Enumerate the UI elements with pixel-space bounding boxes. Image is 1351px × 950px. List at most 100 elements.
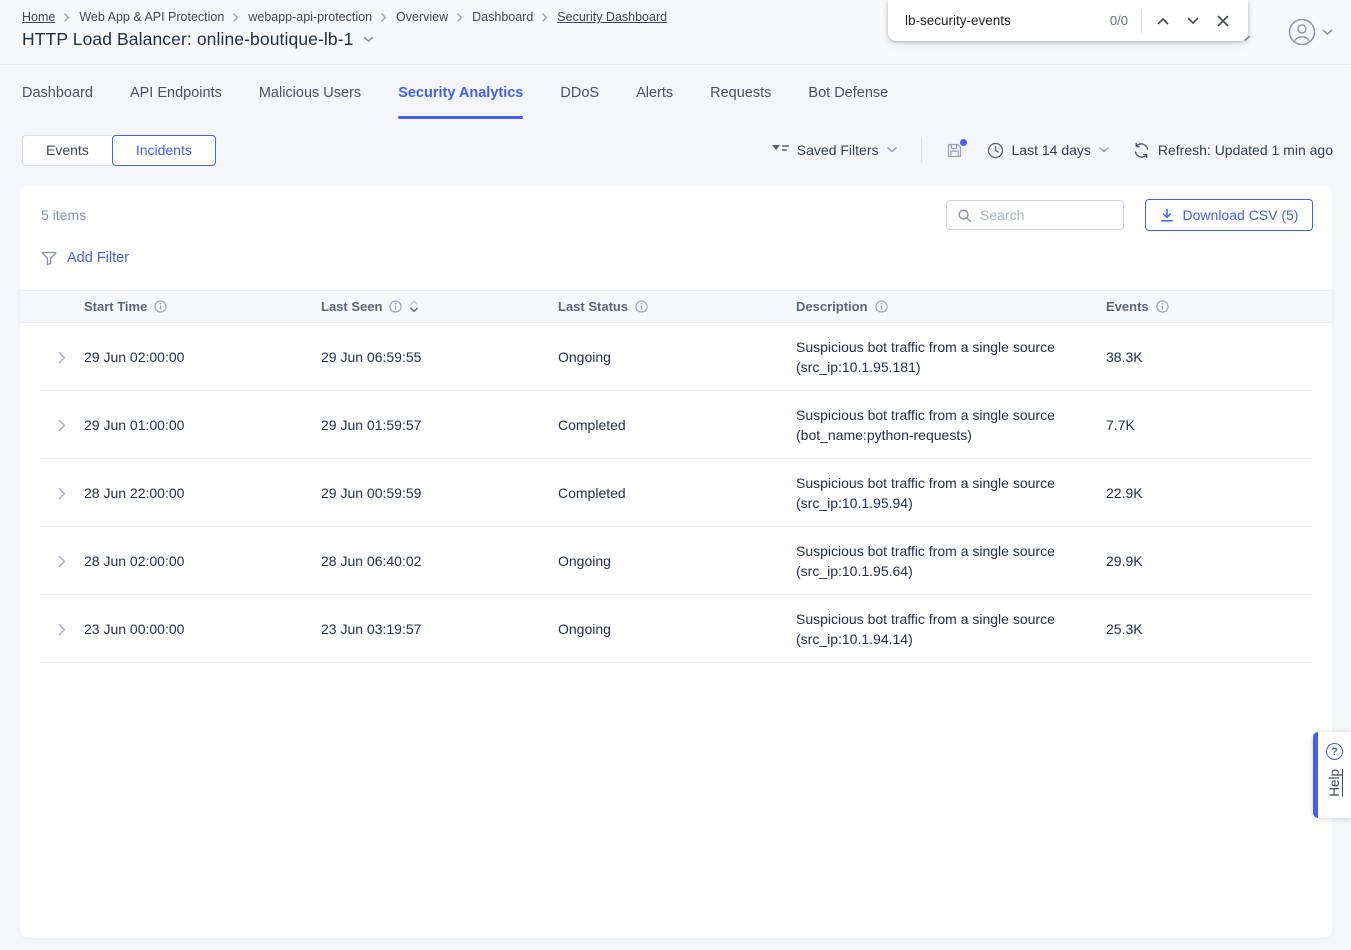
cell-last-seen: 29 Jun 01:59:57 bbox=[321, 417, 558, 433]
table-row: 28 Jun 02:00:00 28 Jun 06:40:02 Ongoing … bbox=[20, 527, 1332, 595]
info-icon[interactable] bbox=[875, 300, 888, 313]
view-toggle: Events Incidents bbox=[22, 135, 216, 166]
cell-events: 38.3K bbox=[1106, 349, 1332, 365]
save-filter-button[interactable] bbox=[946, 142, 963, 159]
download-csv-button[interactable]: Download CSV (5) bbox=[1145, 199, 1313, 231]
expand-row-icon[interactable] bbox=[52, 347, 72, 367]
info-icon[interactable] bbox=[635, 300, 648, 313]
cell-description: Suspicious bot traffic from a single sou… bbox=[796, 337, 1106, 377]
security-dashboard-page: Home Web App & API Protection webapp-api… bbox=[0, 0, 1351, 950]
expand-row-icon[interactable] bbox=[52, 483, 72, 503]
cell-last-status: Ongoing bbox=[558, 553, 796, 569]
tab-api-endpoints[interactable]: API Endpoints bbox=[130, 66, 222, 120]
column-events[interactable]: Events bbox=[1106, 299, 1332, 314]
saved-filters-dropdown[interactable]: Saved Filters bbox=[772, 142, 897, 158]
filter-list-icon bbox=[772, 144, 789, 156]
cell-description: Suspicious bot traffic from a single sou… bbox=[796, 405, 1106, 445]
refresh-icon bbox=[1133, 142, 1150, 159]
filter-controls: Saved Filters Last 14 days Refresh: Upda… bbox=[772, 137, 1333, 163]
tab-security-analytics[interactable]: Security Analytics bbox=[398, 66, 523, 120]
column-last-seen[interactable]: Last Seen bbox=[321, 299, 558, 314]
section-tabs: Dashboard API Endpoints Malicious Users … bbox=[0, 66, 1351, 120]
tab-malicious-users[interactable]: Malicious Users bbox=[259, 66, 361, 120]
breadcrumb-separator-icon bbox=[64, 13, 70, 22]
breadcrumb-home[interactable]: Home bbox=[22, 10, 55, 24]
find-next-button[interactable] bbox=[1178, 6, 1208, 36]
tab-bot-defense[interactable]: Bot Defense bbox=[808, 66, 888, 120]
help-button[interactable]: ? Help bbox=[1313, 732, 1351, 818]
table-body: 29 Jun 02:00:00 29 Jun 06:59:55 Ongoing … bbox=[20, 323, 1332, 663]
breadcrumb-separator-icon bbox=[233, 13, 239, 22]
column-label: Events bbox=[1106, 299, 1149, 314]
help-label: Help bbox=[1327, 769, 1342, 797]
cell-events: 7.7K bbox=[1106, 417, 1332, 433]
cell-last-status: Ongoing bbox=[558, 349, 796, 365]
table-row: 29 Jun 01:00:00 29 Jun 01:59:57 Complete… bbox=[20, 391, 1332, 459]
clock-icon bbox=[987, 142, 1004, 159]
breadcrumb-overview[interactable]: Overview bbox=[396, 10, 448, 24]
refresh-button[interactable]: Refresh: Updated 1 min ago bbox=[1133, 142, 1333, 159]
column-label: Start Time bbox=[84, 299, 147, 314]
breadcrumb-namespace[interactable]: webapp-api-protection bbox=[248, 10, 372, 24]
incidents-panel: 5 items Download CSV (5) Add Filter Star… bbox=[20, 185, 1332, 938]
cell-start-time: 28 Jun 02:00:00 bbox=[84, 553, 321, 569]
expand-row-icon[interactable] bbox=[52, 551, 72, 571]
table-row: 29 Jun 02:00:00 29 Jun 06:59:55 Ongoing … bbox=[20, 323, 1332, 391]
breadcrumb-separator-icon bbox=[457, 13, 463, 22]
add-filter-button[interactable]: Add Filter bbox=[41, 245, 129, 271]
download-icon bbox=[1160, 208, 1174, 223]
saved-filters-label: Saved Filters bbox=[797, 142, 879, 158]
tab-alerts[interactable]: Alerts bbox=[636, 66, 673, 120]
add-filter-label: Add Filter bbox=[67, 250, 129, 266]
incidents-toggle-button[interactable]: Incidents bbox=[112, 135, 216, 166]
breadcrumb-separator-icon bbox=[381, 13, 387, 22]
find-close-button[interactable] bbox=[1208, 6, 1238, 36]
table-row: 23 Jun 00:00:00 23 Jun 03:19:57 Ongoing … bbox=[20, 595, 1332, 663]
user-menu-chevron-icon bbox=[1322, 29, 1333, 36]
tab-dashboard[interactable]: Dashboard bbox=[22, 66, 93, 120]
info-icon[interactable] bbox=[154, 300, 167, 313]
cell-events: 29.9K bbox=[1106, 553, 1332, 569]
time-range-chevron-icon bbox=[1099, 147, 1109, 153]
cell-start-time: 29 Jun 02:00:00 bbox=[84, 349, 321, 365]
column-last-status[interactable]: Last Status bbox=[558, 299, 796, 314]
table-search[interactable] bbox=[946, 200, 1124, 230]
column-label: Description bbox=[796, 299, 868, 314]
expand-row-icon[interactable] bbox=[52, 619, 72, 639]
tab-ddos[interactable]: DDoS bbox=[560, 66, 599, 120]
breadcrumb-dashboard[interactable]: Dashboard bbox=[472, 10, 533, 24]
header-right-controls bbox=[1240, 18, 1333, 46]
load-balancer-selector-chevron-icon[interactable] bbox=[363, 36, 374, 43]
breadcrumb: Home Web App & API Protection webapp-api… bbox=[22, 10, 667, 24]
info-icon[interactable] bbox=[389, 300, 402, 313]
avatar-icon bbox=[1288, 18, 1316, 46]
cell-last-status: Completed bbox=[558, 485, 796, 501]
table-header: Start Time Last Seen Last Status Descrip… bbox=[20, 290, 1332, 323]
download-csv-label: Download CSV (5) bbox=[1183, 207, 1299, 223]
info-icon[interactable] bbox=[1156, 300, 1169, 313]
sort-descending-icon[interactable] bbox=[409, 300, 419, 313]
find-bar-divider bbox=[1141, 9, 1142, 33]
time-range-dropdown[interactable]: Last 14 days bbox=[987, 142, 1109, 159]
unsaved-changes-dot bbox=[960, 139, 967, 146]
search-input[interactable] bbox=[980, 207, 1113, 223]
column-label: Last Status bbox=[558, 299, 628, 314]
find-query-text[interactable]: lb-security-events bbox=[905, 13, 1110, 28]
column-description[interactable]: Description bbox=[796, 299, 1106, 314]
cell-last-status: Completed bbox=[558, 417, 796, 433]
events-toggle-button[interactable]: Events bbox=[22, 135, 112, 166]
user-menu[interactable] bbox=[1288, 18, 1333, 46]
tab-requests[interactable]: Requests bbox=[710, 66, 771, 120]
cell-last-seen: 23 Jun 03:19:57 bbox=[321, 621, 558, 637]
time-range-label: Last 14 days bbox=[1012, 142, 1091, 158]
column-start-time[interactable]: Start Time bbox=[84, 299, 321, 314]
cell-description: Suspicious bot traffic from a single sou… bbox=[796, 541, 1106, 581]
find-in-page-bar: lb-security-events 0/0 bbox=[888, 0, 1248, 41]
cell-last-seen: 29 Jun 06:59:55 bbox=[321, 349, 558, 365]
breadcrumb-security-dashboard[interactable]: Security Dashboard bbox=[557, 10, 667, 24]
find-previous-button[interactable] bbox=[1148, 6, 1178, 36]
expand-row-icon[interactable] bbox=[52, 415, 72, 435]
cell-start-time: 23 Jun 00:00:00 bbox=[84, 621, 321, 637]
funnel-icon bbox=[41, 251, 57, 266]
breadcrumb-waap[interactable]: Web App & API Protection bbox=[79, 10, 224, 24]
